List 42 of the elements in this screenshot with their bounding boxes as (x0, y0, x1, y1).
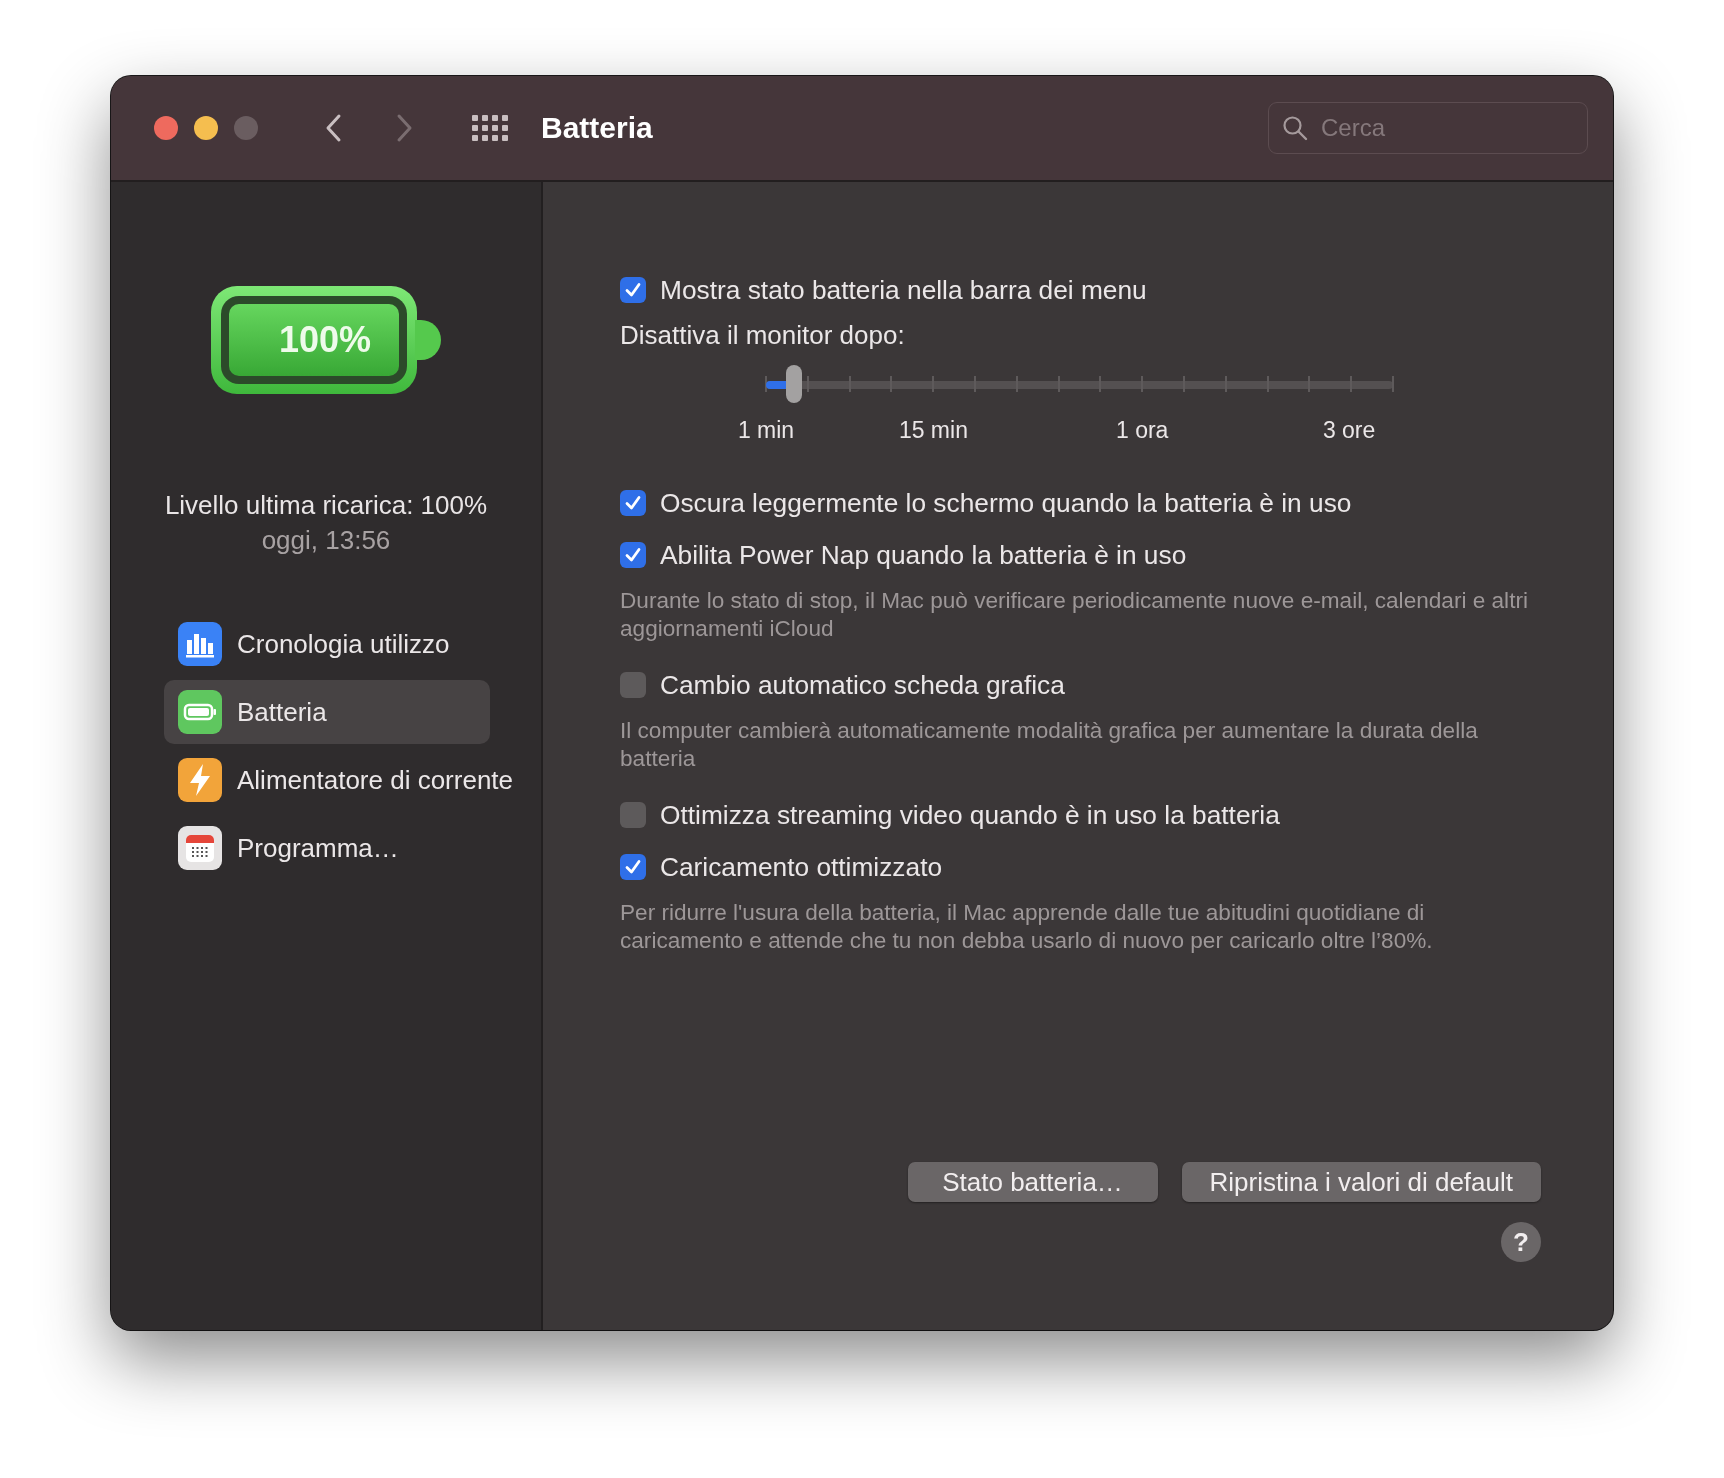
checkbox-label: Abilita Power Nap quando la batteria è in uso (660, 539, 1187, 571)
push-button[interactable]: Ripristina i valori di default (1181, 1162, 1541, 1202)
close-button[interactable] (154, 116, 178, 140)
checkbox[interactable] (620, 802, 646, 828)
grid-icon[interactable] (472, 115, 510, 141)
search-field[interactable]: Cerca (1268, 102, 1588, 154)
tick-label: 1 min (737, 417, 795, 444)
window-title: Batteria (541, 111, 653, 145)
sidebar-item[interactable]: Batteria (164, 680, 490, 744)
checkbox[interactable] (620, 854, 646, 880)
tick-label: 1 ora (1115, 417, 1169, 444)
sidebar-item[interactable]: Programma… (164, 816, 490, 880)
push-button[interactable]: Stato batteria… (907, 1162, 1158, 1202)
checkbox[interactable] (620, 277, 646, 303)
slider-label: Disattiva il monitor dopo: (620, 320, 906, 351)
last-charge-time: oggi, 13:56 (261, 525, 391, 556)
tick-label: 3 ore (1322, 417, 1376, 444)
description-text: Il computer cambierà automaticamente modalità grafica per aumentare la durata della batteria (620, 717, 1479, 773)
checkbox[interactable] (620, 672, 646, 698)
checkbox-label: Mostra stato batteria nella barra dei menu (660, 274, 1147, 306)
battery-percentage: 100% (229, 304, 399, 376)
checkbox[interactable] (620, 490, 646, 516)
bar-chart-icon (178, 622, 222, 666)
help-button[interactable]: ? (1501, 1222, 1541, 1262)
checkbox-label: Caricamento ottimizzato (660, 851, 943, 883)
description-text: Per ridurre l'usura della batteria, il Mac apprende dalle tue abitudini quotidiane di caricamento e attende che tu non debba usarlo di nuovo per caricarlo oltre l’80%. (620, 899, 1434, 955)
tick-label: 15 min (898, 417, 968, 444)
sidebar-item[interactable]: Cronologia utilizzo (164, 612, 490, 676)
lightning-icon (178, 758, 222, 802)
checkbox-label: Cambio automatico scheda grafica (660, 669, 1065, 701)
battery-icon (178, 690, 222, 734)
sidebar-item[interactable]: Alimentatore di corrente (164, 748, 518, 812)
checkbox[interactable] (620, 542, 646, 568)
slider-thumb[interactable] (786, 365, 803, 403)
minimize-button[interactable] (194, 116, 218, 140)
description-text: Durante lo stato di stop, il Mac può verificare periodicamente nuove e-mail, calendari e altri aggiornamenti iCloud (620, 587, 1529, 643)
checkbox-label: Ottimizza streaming video quando è in uso la batteria (660, 799, 1280, 831)
calendar-icon (178, 826, 222, 870)
search-icon (1282, 115, 1308, 141)
checkbox-label: Oscura leggermente lo schermo quando la batteria è in uso (660, 487, 1352, 519)
battery-terminal (415, 320, 441, 360)
last-charge-level: Livello ultima ricarica: 100% (164, 490, 488, 521)
